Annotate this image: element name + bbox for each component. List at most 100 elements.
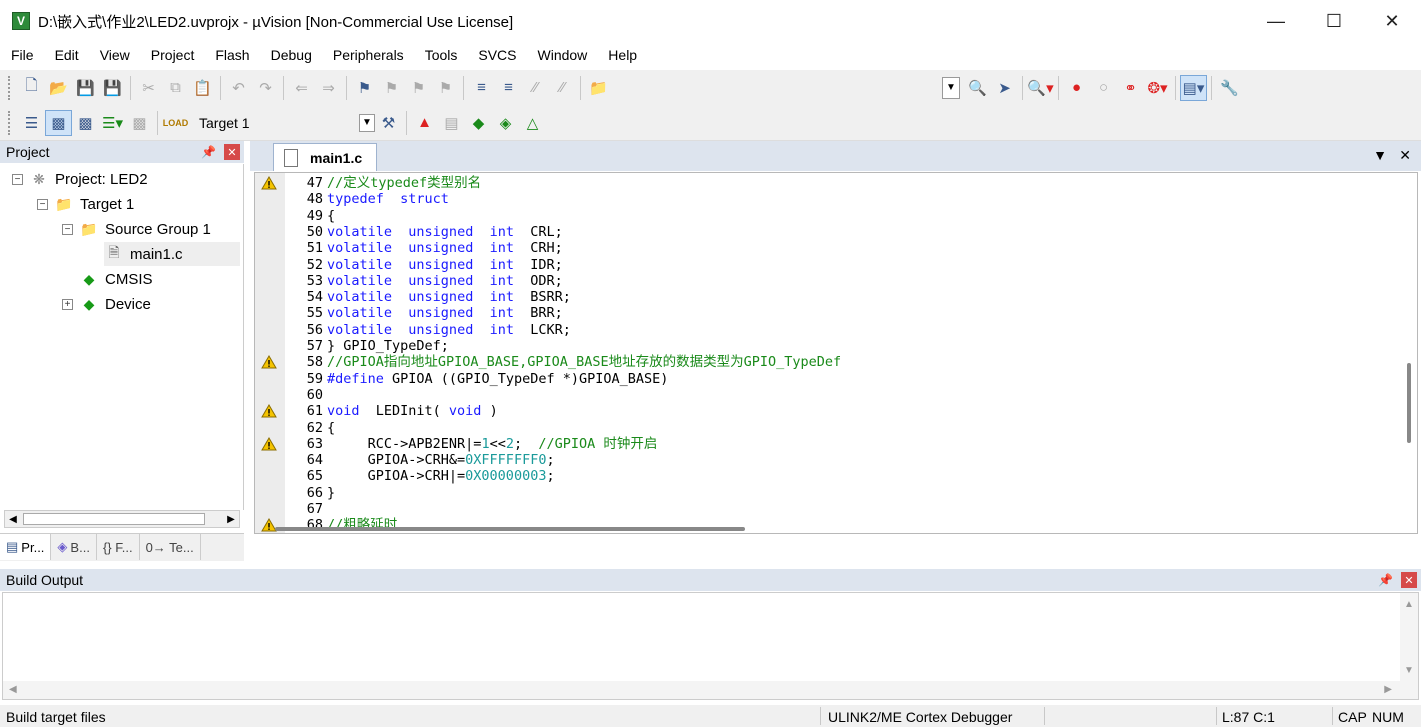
target-select[interactable]: Target 1 ▼ xyxy=(195,111,375,134)
undo-icon[interactable]: ↶ xyxy=(225,75,252,101)
toolbar-grip[interactable] xyxy=(8,75,12,100)
incremental-find-icon[interactable]: ➤ xyxy=(991,75,1018,101)
code-line[interactable]: 48 typedef struct xyxy=(255,191,1395,207)
close-tab-icon[interactable]: ✕ xyxy=(1399,147,1411,164)
pin-icon[interactable]: 📌 xyxy=(201,145,216,159)
save-icon[interactable]: 💾 xyxy=(72,75,99,101)
bookmark-icon[interactable]: ⚑ xyxy=(351,75,378,101)
toolbar-grip[interactable] xyxy=(8,110,12,135)
menu-peripherals[interactable]: Peripherals xyxy=(322,47,414,63)
insert-breakpoint-icon[interactable]: ● xyxy=(1063,75,1090,101)
tab-list-dropdown-icon[interactable]: ▼ xyxy=(1373,147,1387,163)
menu-edit[interactable]: Edit xyxy=(44,47,89,63)
scroll-thumb[interactable] xyxy=(23,513,205,525)
tab-main1c[interactable]: main1.c xyxy=(273,143,377,171)
find-icon[interactable]: 🔍 xyxy=(964,75,991,101)
code-line[interactable]: 53 volatile unsigned int ODR; xyxy=(255,273,1395,289)
code-line[interactable]: 51 volatile unsigned int CRH; xyxy=(255,240,1395,256)
navigate-back-icon[interactable]: ⇐ xyxy=(288,75,315,101)
project-hscrollbar[interactable]: ◀ ▶ xyxy=(4,510,240,528)
find-in-files-icon[interactable]: 📁 xyxy=(585,75,612,101)
file-extensions-icon[interactable]: ▤ xyxy=(438,110,465,136)
find-combo-dropdown[interactable]: ▼ xyxy=(942,76,960,99)
tree-item-source-group[interactable]: − 📁 Source Group 1 xyxy=(62,217,211,241)
code-line[interactable]: 63 RCC->APB2ENR|=1<<2; //GPIOA 时钟开启 xyxy=(255,436,1395,452)
rebuild-icon[interactable]: ▩ xyxy=(72,110,99,136)
target-options-icon[interactable]: ⚒ xyxy=(375,110,402,136)
close-button[interactable]: ✕ xyxy=(1363,0,1421,42)
tab-templates[interactable]: 0→ Te... xyxy=(140,534,201,560)
new-file-icon[interactable]: 🗋 xyxy=(18,75,45,101)
unindent-icon[interactable]: ≡ xyxy=(495,75,522,101)
code-line[interactable]: 49{ xyxy=(255,208,1395,224)
menu-file[interactable]: File xyxy=(0,47,44,63)
chevron-down-icon[interactable]: ▼ xyxy=(359,113,375,132)
code-line[interactable]: 67 xyxy=(255,501,1395,517)
code-line[interactable]: 47//定义typedef类型别名 xyxy=(255,175,1395,191)
menu-tools[interactable]: Tools xyxy=(414,47,468,63)
start-debug-icon[interactable]: 🔍▾ xyxy=(1027,75,1054,101)
menu-debug[interactable]: Debug xyxy=(260,47,322,63)
scroll-right-icon[interactable]: ▶ xyxy=(1384,684,1392,695)
clear-bookmarks-icon[interactable]: ⚑ xyxy=(432,75,459,101)
build-hscrollbar[interactable]: ◀ ▶ xyxy=(3,681,1418,699)
tree-item-project[interactable]: − ❋ Project: LED2 xyxy=(12,167,148,191)
uncomment-icon[interactable]: ⁄⁄ xyxy=(549,75,576,101)
menu-view[interactable]: View xyxy=(89,47,140,63)
menu-flash[interactable]: Flash xyxy=(204,47,259,63)
code-line[interactable]: 57} GPIO_TypeDef; xyxy=(255,338,1395,354)
close-pane-icon[interactable]: ✕ xyxy=(224,144,240,160)
code-editor[interactable]: 47//定义typedef类型别名 48 typedef struct 49{50 vo… xyxy=(254,172,1418,534)
select-software-packs-icon[interactable]: ◈ xyxy=(492,110,519,136)
code-line[interactable]: 60 xyxy=(255,387,1395,403)
code-line[interactable]: 64 GPIOA->CRH&=0XFFFFFFF0; xyxy=(255,452,1395,468)
open-folder-icon[interactable]: 📂 xyxy=(45,75,72,101)
paste-icon[interactable]: 📋 xyxy=(189,75,216,101)
tree-item-main1c[interactable]: 🗎 main1.c xyxy=(104,242,240,266)
code-line[interactable]: 50 volatile unsigned int CRL; xyxy=(255,224,1395,240)
disable-breakpoints-icon[interactable]: ⚭ xyxy=(1117,75,1144,101)
maximize-button[interactable]: ☐ xyxy=(1305,0,1363,42)
tree-item-device[interactable]: + ◆ Device xyxy=(62,292,151,316)
code-line[interactable]: 54 volatile unsigned int BSRR; xyxy=(255,289,1395,305)
redo-icon[interactable]: ↷ xyxy=(252,75,279,101)
scroll-left-icon[interactable]: ◀ xyxy=(5,511,21,527)
cut-icon[interactable]: ✂ xyxy=(135,75,162,101)
copy-icon[interactable]: ⧉ xyxy=(162,75,189,101)
tree-item-cmsis[interactable]: ◆ CMSIS xyxy=(79,267,153,291)
code-line[interactable]: 61 void LEDInit( void ) xyxy=(255,403,1395,419)
code-line[interactable]: 56 volatile unsigned int LCKR; xyxy=(255,322,1395,338)
expand-icon[interactable]: + xyxy=(62,298,73,310)
scroll-up-icon[interactable]: ▲ xyxy=(1404,599,1414,610)
code-line[interactable]: 58//GPIOA指向地址GPIOA_BASE,GPIOA_BASE地址存放的数… xyxy=(255,354,1395,370)
stop-build-icon[interactable]: ▩ xyxy=(126,110,153,136)
window-layout-icon[interactable]: ▤▾ xyxy=(1180,74,1207,101)
pack-installer-icon[interactable]: △ xyxy=(519,110,546,136)
code-line[interactable]: 55 volatile unsigned int BRR; xyxy=(255,305,1395,321)
tab-project[interactable]: ▤ Pr... xyxy=(0,534,52,560)
scroll-right-icon[interactable]: ▶ xyxy=(223,511,239,527)
batch-build-icon[interactable]: ☰▾ xyxy=(99,110,126,136)
tree-item-target[interactable]: − 📁 Target 1 xyxy=(37,192,134,216)
collapse-icon[interactable]: − xyxy=(12,173,23,185)
code-line[interactable]: 59 #define GPIOA ((GPIO_TypeDef *)GPIOA_B… xyxy=(255,371,1395,387)
menu-window[interactable]: Window xyxy=(527,47,598,63)
scroll-down-icon[interactable]: ▼ xyxy=(1404,665,1414,676)
scroll-left-icon[interactable]: ◀ xyxy=(9,684,17,695)
build-output-panel[interactable]: ▲ ▼ ◀ ▶ xyxy=(2,592,1419,700)
comment-icon[interactable]: ⁄⁄ xyxy=(522,75,549,101)
code-line[interactable]: 68//粗略延时 xyxy=(255,517,1395,533)
download-load-icon[interactable]: LOAD xyxy=(162,110,189,136)
next-bookmark-icon[interactable]: ⚑ xyxy=(405,75,432,101)
menu-help[interactable]: Help xyxy=(597,47,647,63)
menu-project[interactable]: Project xyxy=(140,47,205,63)
code-line[interactable]: 65 GPIOA->CRH|=0X00000003; xyxy=(255,468,1395,484)
indent-icon[interactable]: ≡ xyxy=(468,75,495,101)
tab-functions[interactable]: {} F... xyxy=(97,534,140,560)
prev-bookmark-icon[interactable]: ⚑ xyxy=(378,75,405,101)
build-icon[interactable]: ▩ xyxy=(45,109,72,136)
save-all-icon[interactable]: 💾 xyxy=(99,75,126,101)
scroll-thumb[interactable] xyxy=(1407,363,1411,443)
editor-vscrollbar[interactable] xyxy=(1397,173,1417,533)
pin-icon[interactable]: 📌 xyxy=(1378,573,1393,587)
